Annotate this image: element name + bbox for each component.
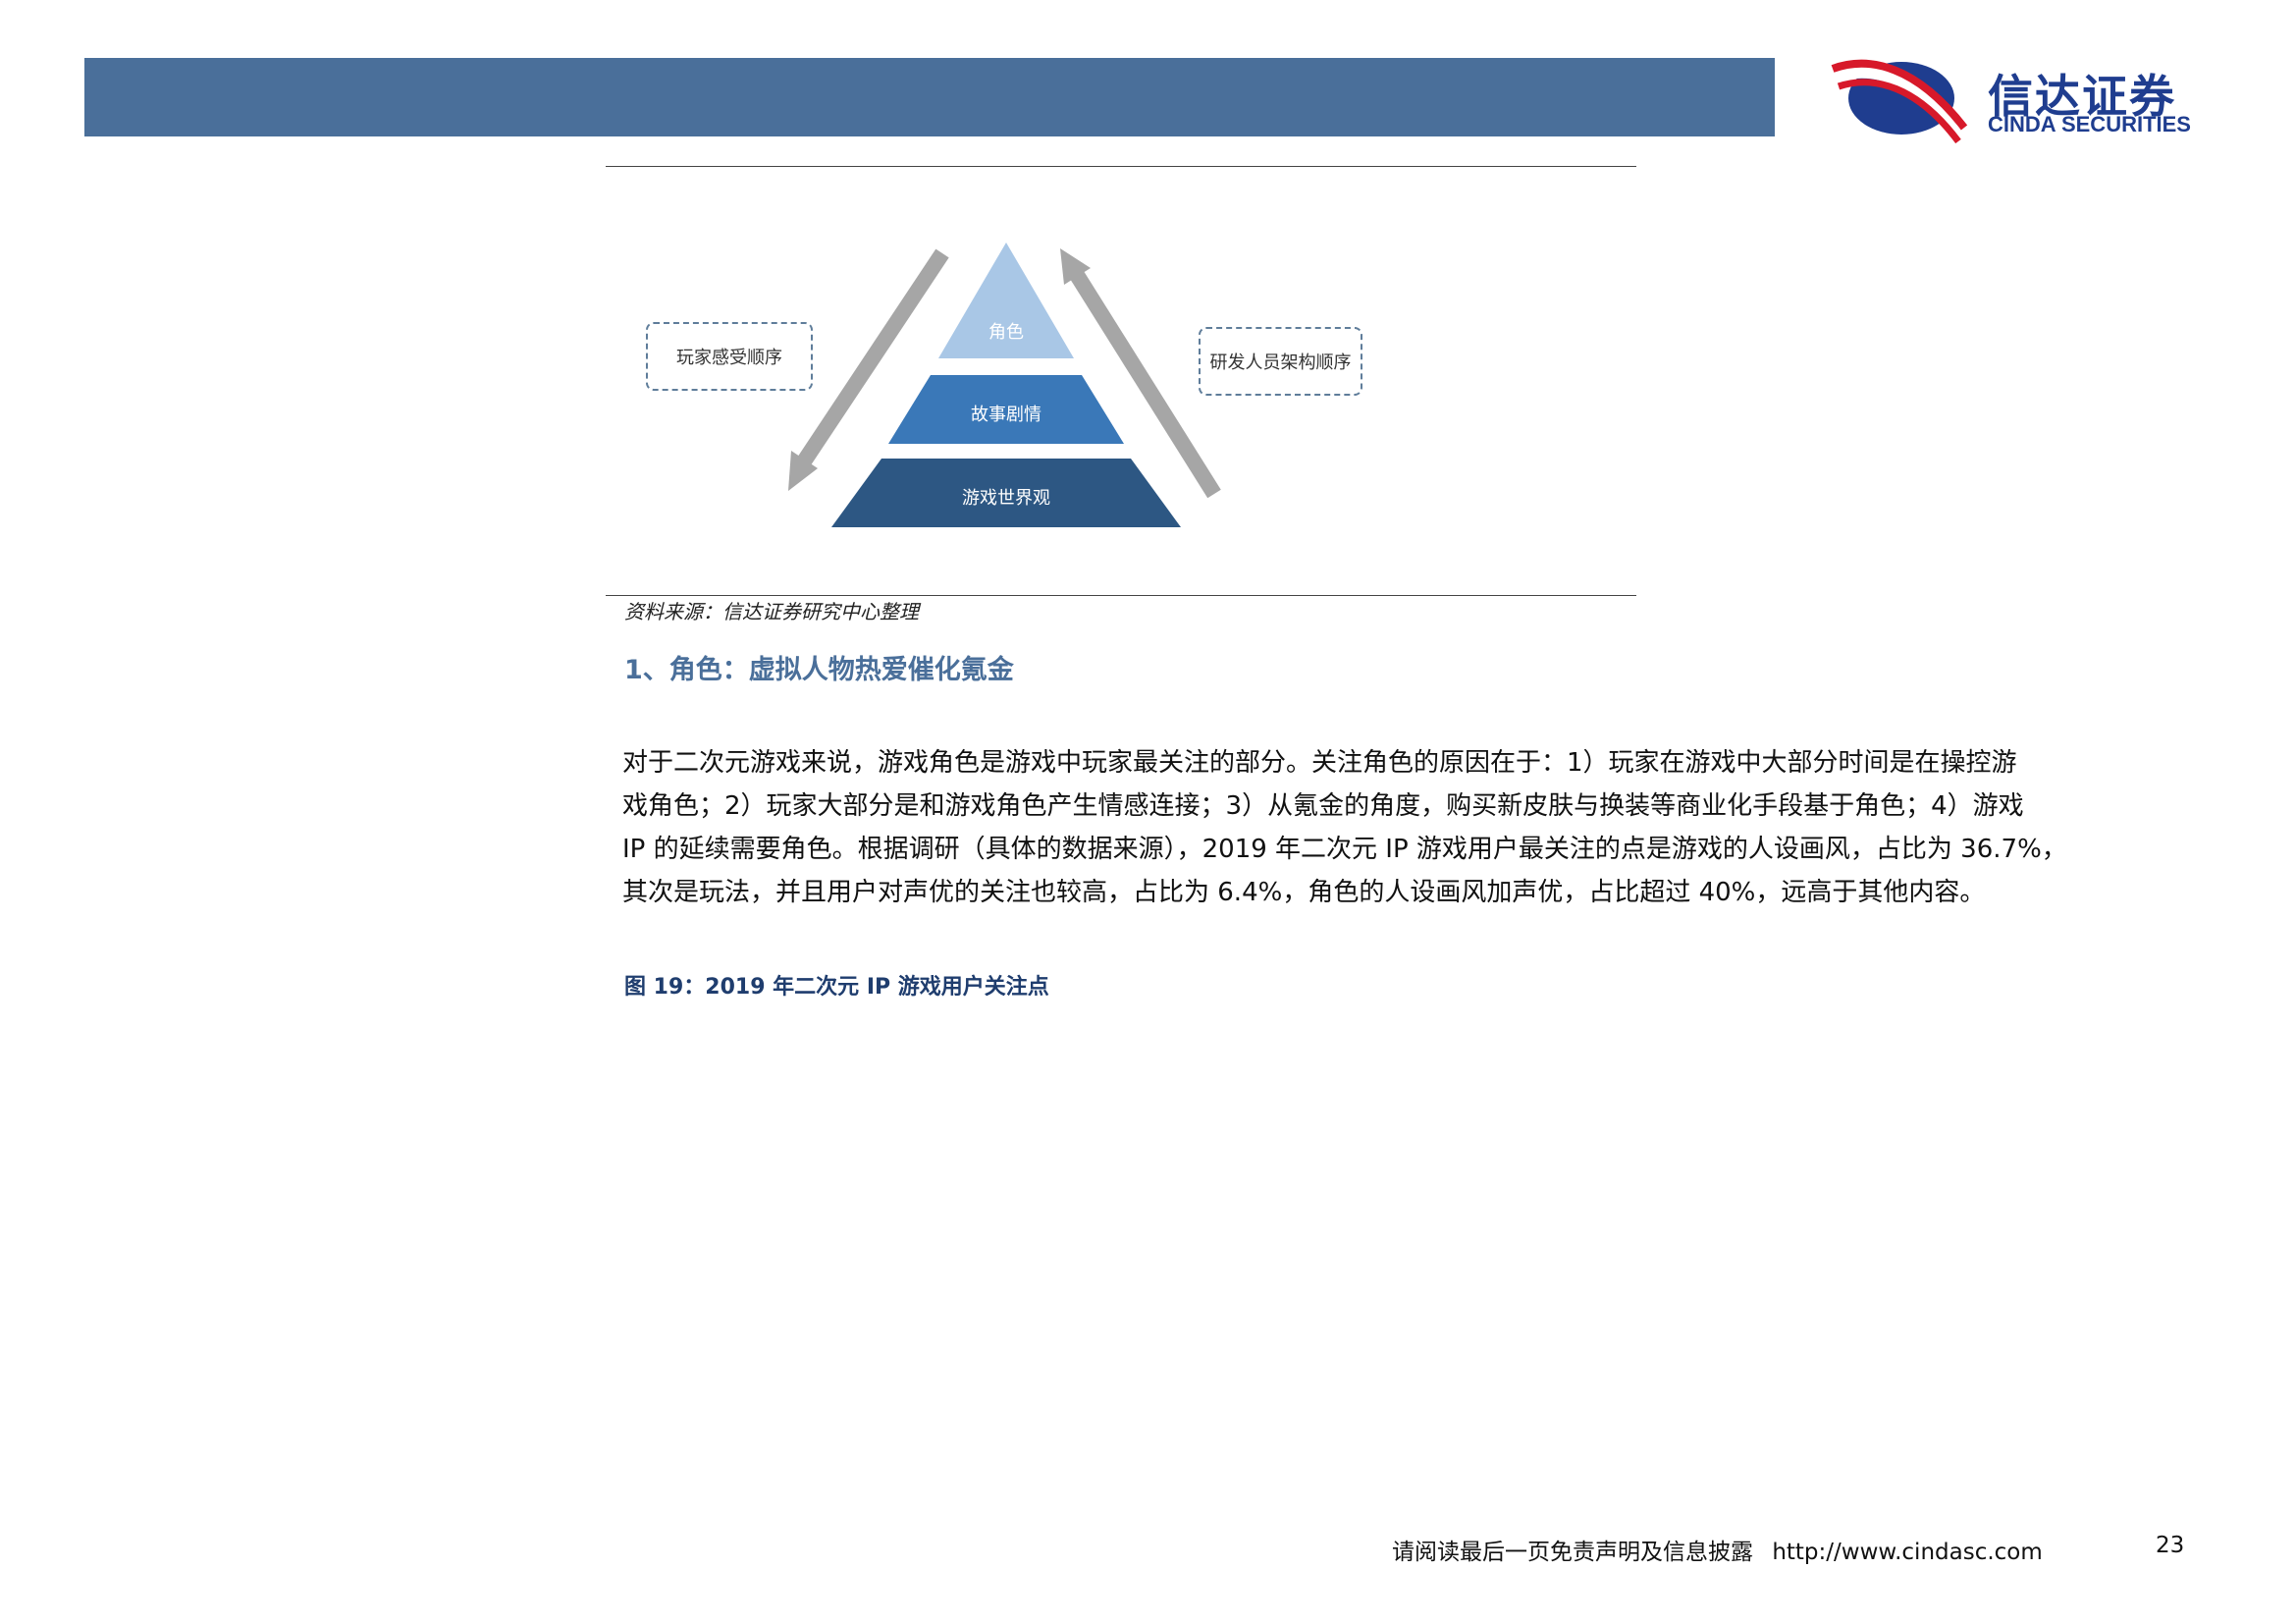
- body-paragraph: 对于二次元游戏来说，游戏角色是游戏中玩家最关注的部分。关注角色的原因在于：1）玩…: [622, 741, 2188, 914]
- paragraph-line: 戏角色；2）玩家大部分是和游戏角色产生情感连接；3）从氪金的角度，购买新皮肤与换…: [622, 791, 2024, 821]
- developer-order-note: 研发人员架构顺序: [1199, 327, 1362, 396]
- pyramid-diagram: 角色 故事剧情 游戏世界观 玩家感受顺序 研发人员架构顺序: [606, 172, 1636, 594]
- developer-architecture-arrow-icon: [1060, 248, 1221, 499]
- page-number: 23: [2156, 1533, 2185, 1558]
- footer: 请阅读最后一页免责声明及信息披露 http://www.cindasc.com: [1392, 1533, 2043, 1566]
- cinda-logo: 信达证券 CINDA SECURITIES: [1831, 55, 2223, 143]
- footer-disclaimer: 请阅读最后一页免责声明及信息披露: [1392, 1540, 1753, 1565]
- paragraph-line: IP 的延续需要角色。根据调研（具体的数据来源），2019 年二次元 IP 游戏…: [622, 835, 2067, 864]
- tier-label-worldview: 游戏世界观: [962, 488, 1050, 509]
- paragraph-line: 其次是玩法，并且用户对声优的关注也较高，占比为 6.4%，角色的人设画风加声优，…: [622, 878, 1986, 907]
- figure-source: 资料来源：信达证券研究中心整理: [624, 600, 919, 623]
- figure-top-rule: [606, 166, 1636, 167]
- tier-label-character: 角色: [988, 322, 1024, 343]
- footer-url-link[interactable]: http://www.cindasc.com: [1772, 1540, 2042, 1565]
- figure-caption: 图 19：2019 年二次元 IP 游戏用户关注点: [624, 975, 1049, 1000]
- logo-english-name: CINDA SECURITIES: [1988, 112, 2191, 136]
- paragraph-line: 对于二次元游戏来说，游戏角色是游戏中玩家最关注的部分。关注角色的原因在于：1）玩…: [622, 748, 2017, 778]
- header-bar: [84, 58, 1775, 136]
- player-order-note: 玩家感受顺序: [646, 322, 813, 391]
- cinda-logo-emblem-icon: [1831, 59, 1968, 143]
- section-heading: 1、角色：虚拟人物热爱催化氪金: [624, 655, 1014, 685]
- tier-label-story: 故事剧情: [971, 405, 1041, 425]
